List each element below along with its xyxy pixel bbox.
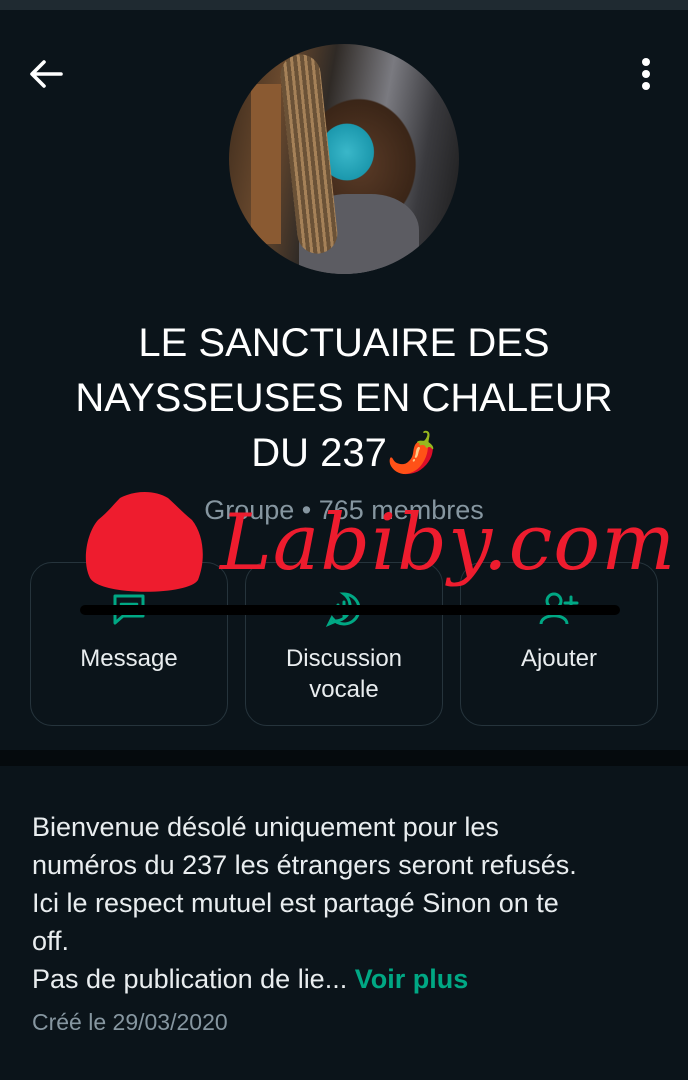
message-button[interactable]: Message: [30, 562, 228, 726]
voice-chat-button[interactable]: Discussion vocale: [245, 562, 443, 726]
voice-chat-icon: [325, 592, 361, 627]
message-icon: [113, 594, 145, 625]
more-options-button[interactable]: [622, 50, 670, 98]
add-member-button-label: Ajouter: [520, 645, 598, 672]
section-divider: [0, 750, 688, 766]
created-date: Créé le 29/03/2020: [32, 1009, 228, 1035]
voice-chat-button-label: Discussion vocale: [285, 645, 403, 703]
message-button-label: Message: [80, 645, 178, 672]
group-avatar[interactable]: [229, 44, 459, 274]
arrow-left-icon: [30, 60, 63, 88]
description-section: Bienvenue désolé uniquement pour les num…: [0, 766, 688, 1080]
group-header: LE SANCTUAIRE DES NAYSSEUSES EN CHALEUR …: [0, 10, 688, 750]
group-subtitle: Groupe • 765 membres: [204, 495, 484, 525]
status-strip: [0, 0, 688, 10]
add-person-icon: [539, 592, 579, 625]
action-buttons: Message Discussion vocale Ajouter: [30, 562, 658, 728]
see-more-link[interactable]: Voir plus: [355, 964, 469, 994]
description-text: Bienvenue désolé uniquement pour les num…: [32, 812, 577, 994]
back-button[interactable]: [22, 50, 70, 98]
group-description: Bienvenue désolé uniquement pour les num…: [32, 808, 662, 998]
add-member-button[interactable]: Ajouter: [460, 562, 658, 726]
group-name: LE SANCTUAIRE DES NAYSSEUSES EN CHALEUR …: [75, 321, 613, 475]
more-vertical-icon: [642, 58, 650, 90]
